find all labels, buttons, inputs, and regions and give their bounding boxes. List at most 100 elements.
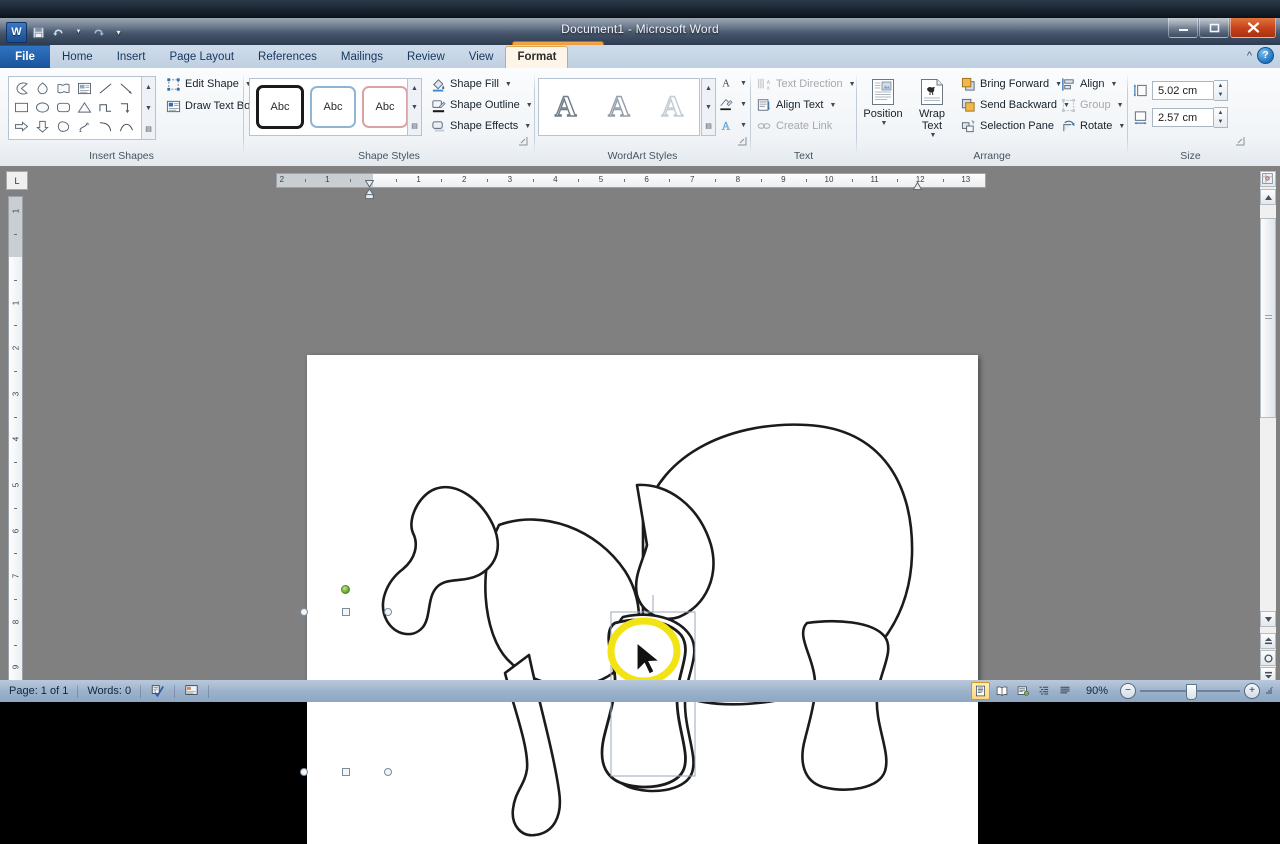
language-icon[interactable]: [175, 683, 208, 700]
align-button[interactable]: Align ▼: [1057, 74, 1120, 94]
tab-home[interactable]: Home: [50, 46, 105, 68]
zoom-slider-thumb[interactable]: [1186, 684, 1197, 700]
tab-review[interactable]: Review: [395, 46, 457, 68]
shape-teardrop-icon[interactable]: [32, 79, 53, 98]
align-text-caret-icon[interactable]: ▼: [830, 102, 837, 109]
right-indent-marker[interactable]: [913, 177, 922, 185]
view-full-screen-reading-icon[interactable]: [994, 683, 1011, 699]
tab-stop-selector[interactable]: L: [6, 171, 28, 190]
zoom-slider[interactable]: [1140, 684, 1240, 698]
edit-shape-button[interactable]: Edit Shape ▼: [162, 74, 255, 94]
vertical-ruler[interactable]: 1123456789: [8, 196, 23, 696]
shape-styles-dialog-launcher[interactable]: [518, 133, 528, 143]
shape-styles-more-icon[interactable]: ▤: [408, 116, 421, 135]
text-fill-caret-icon[interactable]: ▼: [740, 80, 747, 87]
selection-handle-bottom-right[interactable]: [384, 768, 392, 776]
shape-arrow-line-icon[interactable]: [116, 79, 137, 98]
vertical-scrollbar[interactable]: [1260, 171, 1276, 691]
text-outline-caret-icon[interactable]: ▼: [740, 101, 747, 108]
wordart-thumb-1[interactable]: A: [555, 92, 577, 122]
shape-style-thumb-2[interactable]: Abc: [310, 86, 356, 128]
tab-format[interactable]: Format: [505, 46, 568, 68]
shape-height-input[interactable]: 5.02 cm: [1152, 81, 1214, 100]
text-outline-button[interactable]: ▼: [718, 94, 747, 114]
shape-elbow-connector-icon[interactable]: [95, 98, 116, 117]
shapes-gallery-scroll[interactable]: ▲ ▼ ▤: [141, 76, 156, 140]
selection-handle-top-center[interactable]: [342, 608, 350, 616]
shape-wave-icon[interactable]: [53, 79, 74, 98]
left-indent-marker[interactable]: [365, 186, 374, 194]
shape-styles-scroll-up-icon[interactable]: ▲: [408, 79, 421, 98]
tab-insert[interactable]: Insert: [105, 46, 158, 68]
shape-styles-gallery[interactable]: Abc Abc Abc: [249, 78, 412, 136]
shape-oval-icon[interactable]: [32, 98, 53, 117]
shape-fill-caret-icon[interactable]: ▼: [505, 81, 512, 88]
send-backward-button[interactable]: Send Backward ▼: [957, 95, 1073, 115]
align-text-button[interactable]: Align Text ▼: [753, 95, 839, 115]
horizontal-ruler[interactable]: 2112345678910111213: [276, 173, 986, 188]
shape-width-spinner[interactable]: ▲▼: [1214, 107, 1228, 128]
wordart-scroll-up-icon[interactable]: ▲: [702, 79, 715, 98]
shape-text-box-icon[interactable]: [74, 79, 95, 98]
align-caret-icon[interactable]: ▼: [1110, 81, 1117, 88]
wordart-styles-scroll[interactable]: ▲ ▼ ▤: [701, 78, 716, 136]
zoom-in-button[interactable]: +: [1244, 683, 1260, 699]
shape-line-icon[interactable]: [95, 79, 116, 98]
shapes-gallery[interactable]: [8, 76, 142, 140]
select-browse-object-button[interactable]: [1260, 650, 1276, 666]
tab-file[interactable]: File: [0, 45, 50, 68]
shape-down-arrow-icon[interactable]: [32, 117, 53, 136]
proofing-errors-icon[interactable]: [141, 683, 174, 700]
text-direction-button[interactable]: Aa Text Direction ▼: [753, 74, 859, 94]
zoom-out-button[interactable]: −: [1120, 683, 1136, 699]
selection-handle-top-right[interactable]: [384, 608, 392, 616]
selection-handle-top-left[interactable]: [300, 608, 308, 616]
view-print-layout-icon[interactable]: [971, 682, 990, 700]
rotate-caret-icon[interactable]: ▼: [1118, 123, 1125, 130]
bring-forward-button[interactable]: Bring Forward ▼: [957, 74, 1065, 94]
resize-grip-icon[interactable]: [1264, 685, 1274, 697]
shape-outline-caret-icon[interactable]: ▼: [526, 102, 533, 109]
first-line-indent-marker[interactable]: [365, 175, 374, 183]
help-icon[interactable]: ?: [1257, 47, 1274, 64]
selection-handle-bottom-center[interactable]: [342, 768, 350, 776]
rotate-button[interactable]: Rotate ▼: [1057, 116, 1128, 136]
tab-references[interactable]: References: [246, 46, 329, 68]
width-down-icon[interactable]: ▼: [1214, 118, 1227, 128]
shape-style-thumb-3[interactable]: Abc: [362, 86, 408, 128]
tab-mailings[interactable]: Mailings: [329, 46, 395, 68]
shape-height-spinner[interactable]: ▲▼: [1214, 80, 1228, 101]
shape-rectangle-icon[interactable]: [11, 98, 32, 117]
group-button[interactable]: Group ▼: [1057, 95, 1127, 115]
shape-width-input[interactable]: 2.57 cm: [1152, 108, 1214, 127]
shape-arc-icon[interactable]: [116, 117, 137, 136]
tab-view[interactable]: View: [457, 46, 506, 68]
elephant-drawing[interactable]: [307, 355, 978, 844]
shape-elbow-arrow-icon[interactable]: [116, 98, 137, 117]
scroll-up-button[interactable]: [1260, 189, 1276, 205]
gallery-scroll-up-icon[interactable]: ▲: [142, 77, 155, 98]
height-down-icon[interactable]: ▼: [1214, 91, 1227, 101]
selection-pane-button[interactable]: Selection Pane: [957, 116, 1057, 136]
shape-style-thumb-1[interactable]: Abc: [256, 85, 304, 129]
shape-curve-icon[interactable]: [95, 117, 116, 136]
text-effects-button[interactable]: A ▼: [718, 115, 747, 135]
shape-outline-button[interactable]: Shape Outline ▼: [427, 95, 536, 115]
previous-page-button[interactable]: [1260, 633, 1276, 649]
shape-effects-caret-icon[interactable]: ▼: [524, 123, 531, 130]
minimize-ribbon-icon[interactable]: ^: [1247, 50, 1252, 62]
scroll-down-button[interactable]: [1260, 611, 1276, 627]
wordart-more-icon[interactable]: ▤: [702, 116, 715, 135]
zoom-level-label[interactable]: 90%: [1078, 685, 1116, 697]
shape-triangle-icon[interactable]: [74, 98, 95, 117]
position-caret-icon[interactable]: ▼: [881, 120, 888, 127]
rotation-handle[interactable]: [341, 585, 350, 594]
height-up-icon[interactable]: ▲: [1214, 81, 1227, 91]
view-ruler-toggle-icon[interactable]: [1260, 171, 1276, 187]
size-dialog-launcher[interactable]: [1235, 133, 1245, 143]
close-button[interactable]: [1230, 18, 1276, 38]
restore-button[interactable]: [1199, 18, 1229, 38]
gallery-scroll-down-icon[interactable]: ▼: [142, 98, 155, 119]
text-effects-caret-icon[interactable]: ▼: [740, 122, 747, 129]
wordart-scroll-down-icon[interactable]: ▼: [702, 98, 715, 117]
